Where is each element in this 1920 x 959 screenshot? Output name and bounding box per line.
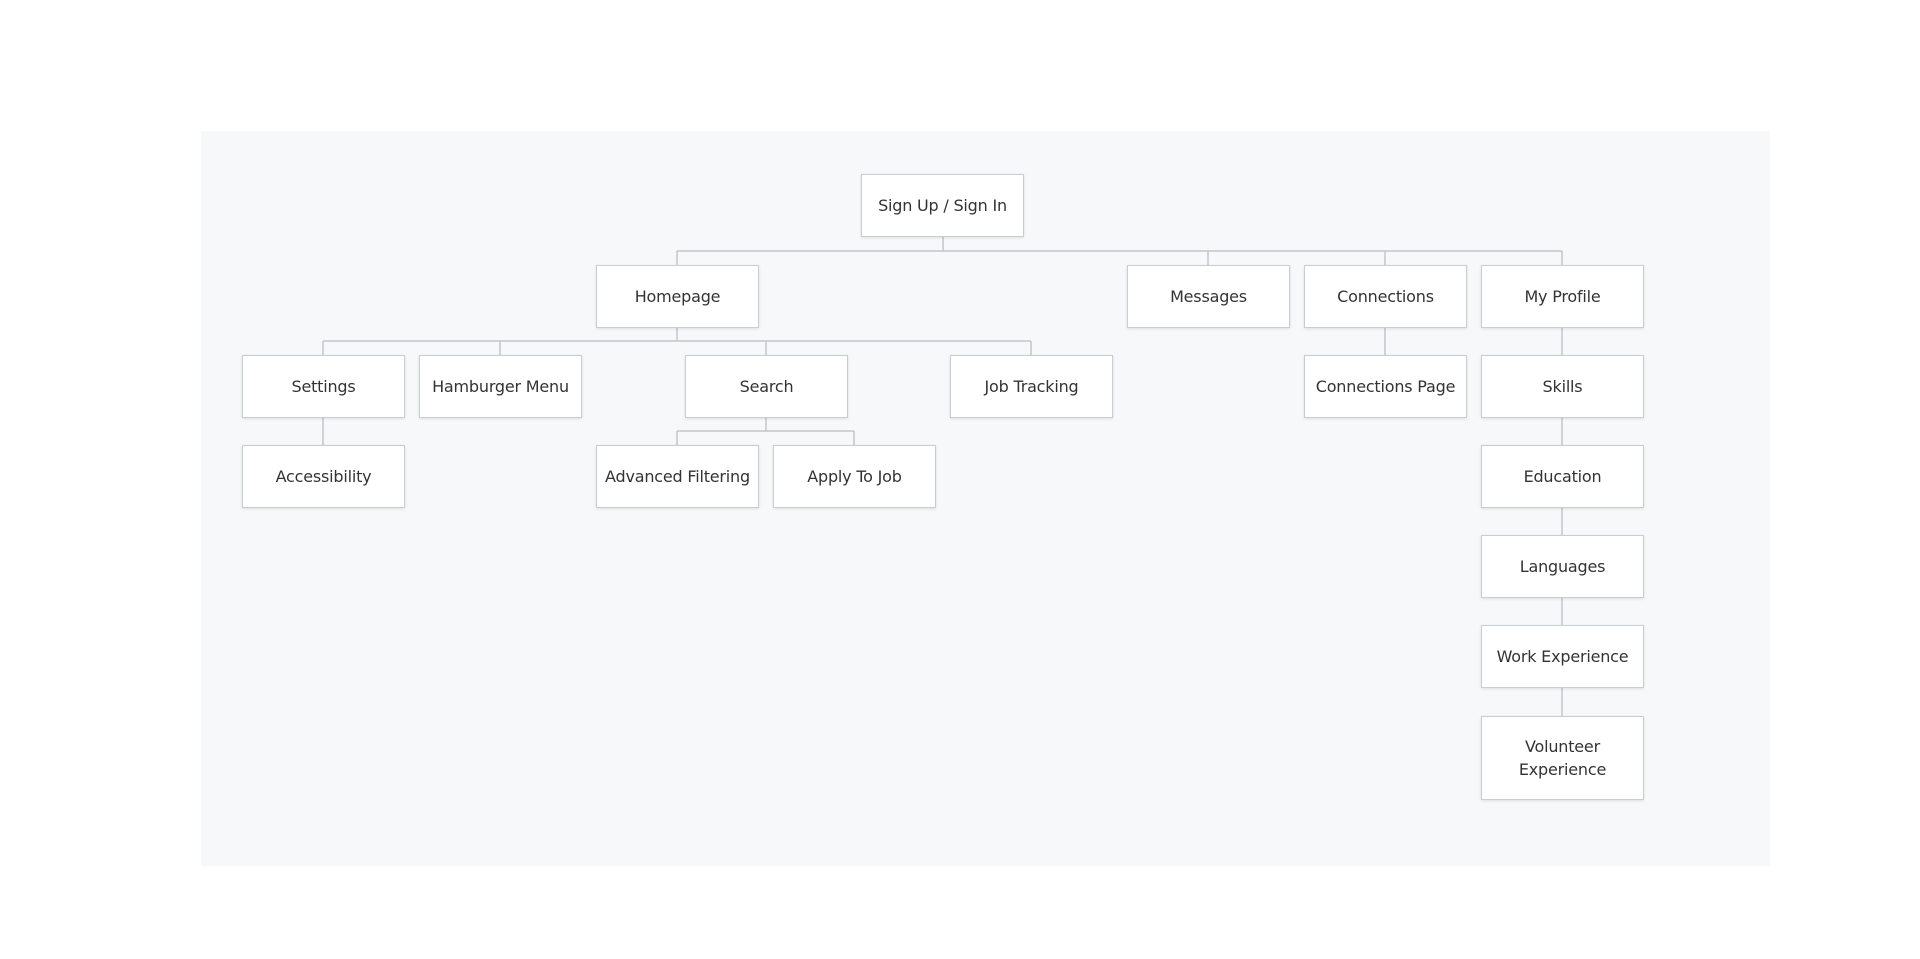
- node-work-experience[interactable]: Work Experience: [1481, 625, 1644, 688]
- node-label: Messages: [1170, 287, 1247, 306]
- node-my-profile[interactable]: My Profile: [1481, 265, 1644, 328]
- node-volunteer-experience[interactable]: Volunteer Experience: [1481, 716, 1644, 800]
- node-label: Volunteer Experience: [1518, 737, 1607, 779]
- node-label: Connections Page: [1315, 377, 1456, 396]
- node-label: Education: [1523, 467, 1602, 486]
- node-label: Languages: [1519, 557, 1606, 576]
- node-advanced-filtering[interactable]: Advanced Filtering: [596, 445, 759, 508]
- node-apply-to-job[interactable]: Apply To Job: [773, 445, 936, 508]
- node-connections-page[interactable]: Connections Page: [1304, 355, 1467, 418]
- node-sign-in[interactable]: Sign Up / Sign In: [861, 174, 1024, 237]
- node-connections[interactable]: Connections: [1304, 265, 1467, 328]
- node-accessibility[interactable]: Accessibility: [242, 445, 405, 508]
- node-label: Advanced Filtering: [605, 467, 750, 486]
- node-settings[interactable]: Settings: [242, 355, 405, 418]
- node-label: Apply To Job: [807, 467, 902, 486]
- node-label: Job Tracking: [984, 377, 1079, 396]
- node-label: Sign Up / Sign In: [878, 196, 1007, 215]
- node-label: Connections: [1337, 287, 1434, 306]
- node-messages[interactable]: Messages: [1127, 265, 1290, 328]
- node-languages[interactable]: Languages: [1481, 535, 1644, 598]
- node-homepage[interactable]: Homepage: [596, 265, 759, 328]
- node-label: Homepage: [634, 287, 721, 306]
- node-education[interactable]: Education: [1481, 445, 1644, 508]
- node-label: Accessibility: [275, 467, 372, 486]
- node-label: Skills: [1542, 377, 1583, 396]
- node-label: Work Experience: [1496, 647, 1629, 666]
- node-label: My Profile: [1524, 287, 1601, 306]
- node-label: Hamburger Menu: [432, 377, 569, 396]
- node-hamburger-menu[interactable]: Hamburger Menu: [419, 355, 582, 418]
- node-label: Search: [739, 377, 794, 396]
- node-skills[interactable]: Skills: [1481, 355, 1644, 418]
- node-job-tracking[interactable]: Job Tracking: [950, 355, 1113, 418]
- node-search[interactable]: Search: [685, 355, 848, 418]
- node-label: Settings: [291, 377, 356, 396]
